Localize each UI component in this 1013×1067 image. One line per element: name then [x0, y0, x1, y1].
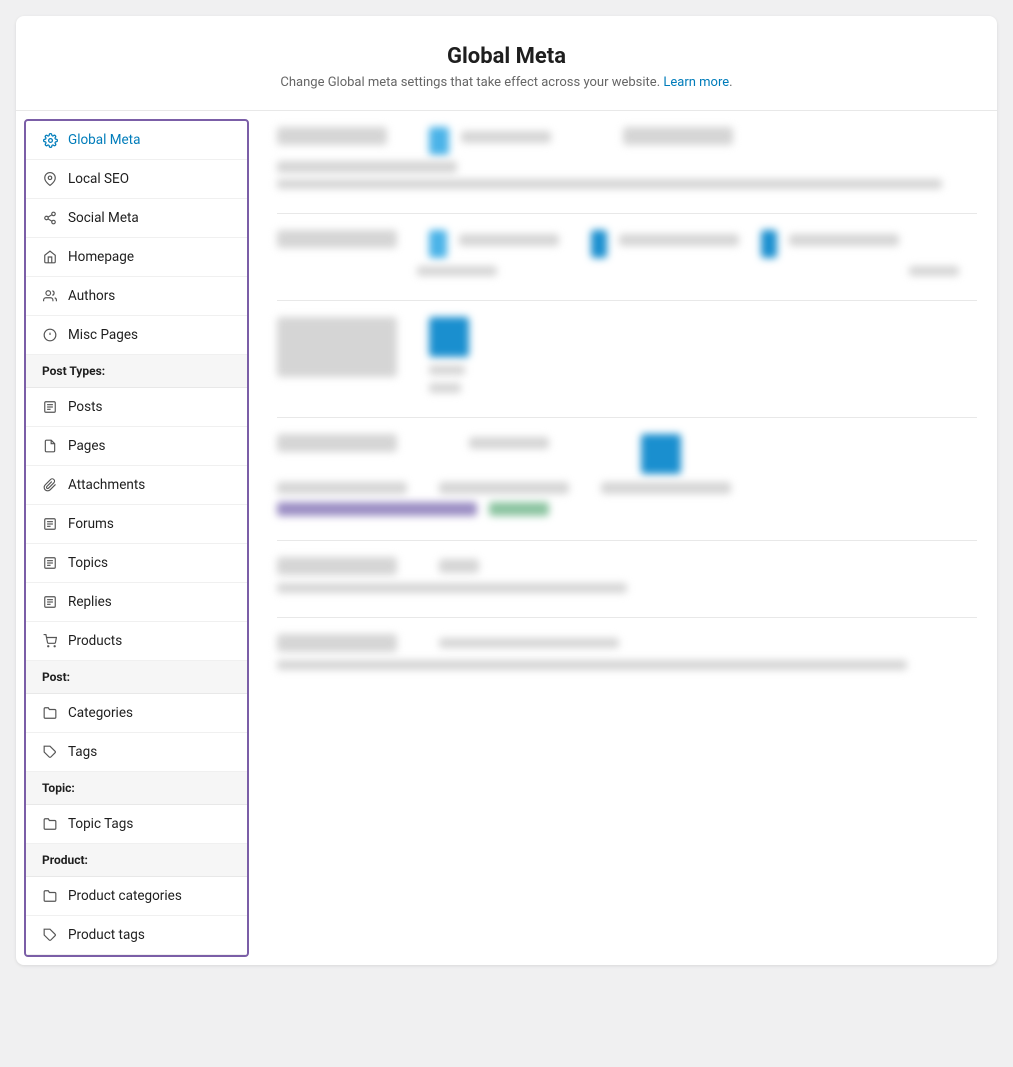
sidebar-item-forums[interactable]: Forums	[26, 505, 247, 544]
learn-more-link[interactable]: Learn more	[663, 75, 729, 90]
section-topic: Topic:	[26, 772, 247, 805]
tag-icon	[42, 744, 58, 760]
replies-icon	[42, 594, 58, 610]
section-post: Post:	[26, 661, 247, 694]
sidebar-label-products: Products	[68, 633, 122, 649]
content-row-4	[277, 434, 977, 516]
pin-icon	[42, 171, 58, 187]
sidebar-label-local-seo: Local SEO	[68, 171, 129, 187]
sidebar-label-product-tags: Product tags	[68, 927, 145, 943]
page-subtitle: Change Global meta settings that take ef…	[36, 75, 977, 90]
sidebar-label-attachments: Attachments	[68, 477, 145, 493]
topic-tags-icon	[42, 816, 58, 832]
sidebar-item-replies[interactable]: Replies	[26, 583, 247, 622]
content-row-5	[277, 557, 977, 593]
sidebar-item-posts[interactable]: Posts	[26, 388, 247, 427]
main-content	[257, 111, 997, 965]
sidebar-item-tags[interactable]: Tags	[26, 733, 247, 772]
sidebar-item-global-meta[interactable]: Global Meta	[26, 121, 247, 160]
section-post-types: Post Types:	[26, 355, 247, 388]
paperclip-icon	[42, 477, 58, 493]
content-row-3	[277, 317, 977, 393]
sidebar-label-homepage: Homepage	[68, 249, 134, 265]
sidebar-label-social-meta: Social Meta	[68, 210, 139, 226]
page-header: Global Meta Change Global meta settings …	[16, 16, 997, 111]
sidebar-item-topic-tags[interactable]: Topic Tags	[26, 805, 247, 844]
product-categories-icon	[42, 888, 58, 904]
sidebar-item-misc-pages[interactable]: Misc Pages	[26, 316, 247, 355]
share-icon	[42, 210, 58, 226]
home-icon	[42, 249, 58, 265]
circle-icon	[42, 327, 58, 343]
sidebar-item-pages[interactable]: Pages	[26, 427, 247, 466]
sidebar-item-topics[interactable]: Topics	[26, 544, 247, 583]
sidebar-label-misc-pages: Misc Pages	[68, 327, 138, 343]
folder-icon	[42, 705, 58, 721]
sidebar-label-posts: Posts	[68, 399, 102, 415]
sidebar-item-categories[interactable]: Categories	[26, 694, 247, 733]
cart-icon	[42, 633, 58, 649]
sidebar-label-forums: Forums	[68, 516, 114, 532]
page-title: Global Meta	[36, 44, 977, 69]
topics-icon	[42, 555, 58, 571]
sidebar-label-categories: Categories	[68, 705, 133, 721]
pages-icon	[42, 438, 58, 454]
posts-icon	[42, 399, 58, 415]
sidebar-label-global-meta: Global Meta	[68, 132, 140, 148]
sidebar-label-authors: Authors	[68, 288, 115, 304]
sidebar-item-product-tags[interactable]: Product tags	[26, 916, 247, 955]
section-product: Product:	[26, 844, 247, 877]
sidebar-label-pages: Pages	[68, 438, 106, 454]
sidebar-item-attachments[interactable]: Attachments	[26, 466, 247, 505]
sidebar-label-tags: Tags	[68, 744, 97, 760]
sidebar-item-product-categories[interactable]: Product categories	[26, 877, 247, 916]
page-wrapper: Global Meta Change Global meta settings …	[0, 0, 1013, 1067]
product-tags-icon	[42, 927, 58, 943]
users-icon	[42, 288, 58, 304]
sidebar-item-homepage[interactable]: Homepage	[26, 238, 247, 277]
sidebar-item-products[interactable]: Products	[26, 622, 247, 661]
gear-icon	[42, 132, 58, 148]
main-card: Global Meta Change Global meta settings …	[16, 16, 997, 965]
content-row-1	[277, 127, 977, 189]
sidebar-label-topic-tags: Topic Tags	[68, 816, 133, 832]
sidebar-item-authors[interactable]: Authors	[26, 277, 247, 316]
content-area: Global Meta Local SEO	[16, 111, 997, 965]
sidebar-label-replies: Replies	[68, 594, 112, 610]
sidebar-label-product-categories: Product categories	[68, 888, 182, 904]
sidebar-item-local-seo[interactable]: Local SEO	[26, 160, 247, 199]
content-row-2	[277, 230, 977, 276]
sidebar-item-social-meta[interactable]: Social Meta	[26, 199, 247, 238]
content-row-6	[277, 634, 977, 670]
sidebar-label-topics: Topics	[68, 555, 108, 571]
forums-icon	[42, 516, 58, 532]
sidebar: Global Meta Local SEO	[24, 119, 249, 957]
